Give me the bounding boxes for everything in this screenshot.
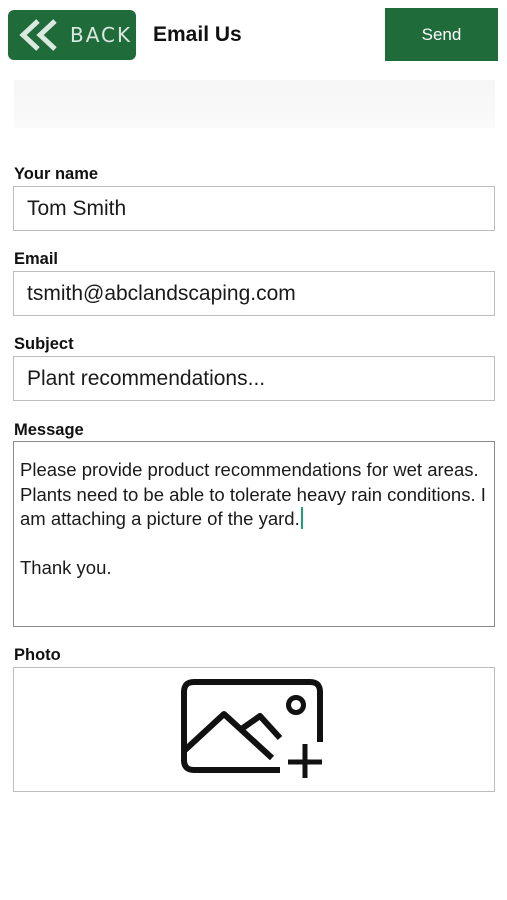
message-body-text: Please provide product recommendations f… xyxy=(20,459,486,529)
subject-label: Subject xyxy=(14,335,74,353)
photo-picker[interactable] xyxy=(13,667,495,792)
back-button[interactable]: BACK xyxy=(8,10,136,60)
name-label: Your name xyxy=(14,165,99,183)
message-label: Message xyxy=(14,421,84,439)
back-label: BACK xyxy=(70,23,133,47)
double-chevron-left-icon xyxy=(19,19,57,51)
message-signoff-text: Thank you. xyxy=(20,556,112,578)
subject-field[interactable] xyxy=(13,356,495,401)
add-image-icon xyxy=(181,678,323,778)
name-field[interactable] xyxy=(13,186,495,231)
email-label: Email xyxy=(14,250,59,268)
email-field[interactable] xyxy=(13,271,495,316)
photo-label: Photo xyxy=(14,646,61,664)
send-button[interactable]: Send xyxy=(385,8,498,61)
message-textarea[interactable]: Please provide product recommendations f… xyxy=(13,441,495,627)
email-us-screen: BACK Email Us Send Your name Email Subje… xyxy=(0,0,507,900)
header-divider-strip xyxy=(14,80,495,128)
page-title: Email Us xyxy=(153,23,242,46)
text-caret xyxy=(300,507,303,529)
